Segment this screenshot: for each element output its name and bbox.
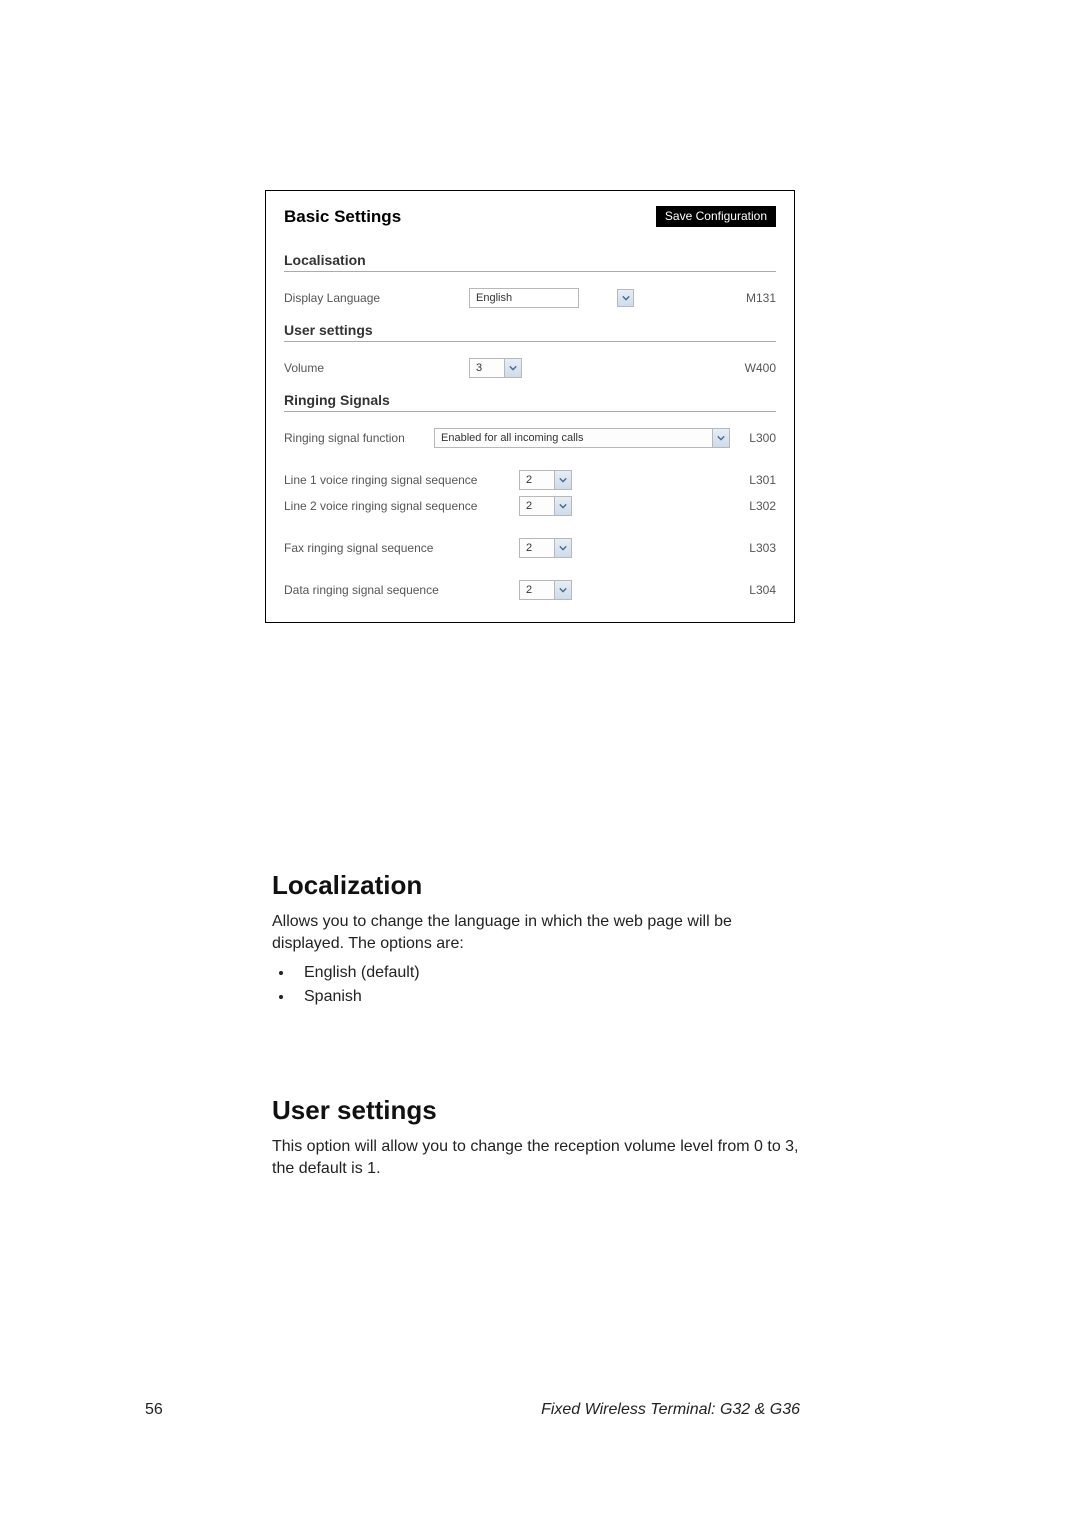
fax-row: Fax ringing signal sequence 2 L303	[284, 538, 776, 558]
line1-select[interactable]: 2	[519, 470, 572, 490]
ringing-function-select[interactable]: Enabled for all incoming calls	[434, 428, 730, 448]
data-row: Data ringing signal sequence 2 L304	[284, 580, 776, 600]
line2-value: 2	[520, 500, 554, 512]
line2-code: L302	[749, 499, 776, 513]
panel-title: Basic Settings	[284, 207, 401, 227]
volume-label: Volume	[284, 361, 469, 375]
localization-heading: Localization	[272, 870, 802, 901]
chevron-down-icon	[554, 581, 571, 599]
save-configuration-button[interactable]: Save Configuration	[656, 206, 776, 227]
chevron-down-icon	[554, 471, 571, 489]
user-settings-heading: User settings	[272, 1095, 802, 1126]
fax-value: 2	[520, 542, 554, 554]
settings-panel: Basic Settings Save Configuration Locali…	[265, 190, 795, 623]
localization-section: Localization Allows you to change the la…	[272, 870, 802, 1012]
document-page: Basic Settings Save Configuration Locali…	[0, 0, 1080, 1529]
line2-select[interactable]: 2	[519, 496, 572, 516]
chevron-down-icon[interactable]	[617, 289, 634, 307]
volume-select[interactable]: 3	[469, 358, 522, 378]
ringing-function-value: Enabled for all incoming calls	[435, 432, 712, 444]
section-user-settings-title: User settings	[284, 322, 776, 342]
line1-label: Line 1 voice ringing signal sequence	[284, 473, 519, 487]
data-value: 2	[520, 584, 554, 596]
ringing-function-code: L300	[742, 431, 776, 445]
localization-text: Allows you to change the language in whi…	[272, 911, 802, 954]
data-code: L304	[749, 583, 776, 597]
fax-select[interactable]: 2	[519, 538, 572, 558]
footer-title: Fixed Wireless Terminal: G32 & G36	[541, 1401, 800, 1419]
display-language-code: M131	[746, 291, 776, 305]
localization-options-list: English (default) Spanish	[294, 964, 802, 1006]
chevron-down-icon	[712, 429, 729, 447]
chevron-down-icon	[554, 497, 571, 515]
line1-code: L301	[749, 473, 776, 487]
ringing-function-row: Ringing signal function Enabled for all …	[284, 428, 776, 448]
page-number: 56	[145, 1401, 163, 1419]
data-label: Data ringing signal sequence	[284, 583, 519, 597]
user-settings-section: User settings This option will allow you…	[272, 1095, 802, 1189]
display-language-value: English	[469, 288, 579, 308]
chevron-down-icon	[504, 359, 521, 377]
data-select[interactable]: 2	[519, 580, 572, 600]
fax-code: L303	[749, 541, 776, 555]
volume-row: Volume 3 W400	[284, 358, 776, 378]
section-localisation-title: Localisation	[284, 252, 776, 272]
panel-header: Basic Settings Save Configuration	[284, 206, 776, 227]
volume-code: W400	[745, 361, 776, 375]
list-item: Spanish	[294, 988, 802, 1006]
ringing-function-label: Ringing signal function	[284, 431, 434, 445]
display-language-label: Display Language	[284, 291, 469, 305]
list-item: English (default)	[294, 964, 802, 982]
chevron-down-icon	[554, 539, 571, 557]
section-ringing-signals-title: Ringing Signals	[284, 392, 776, 412]
volume-value: 3	[470, 362, 504, 374]
line1-row: Line 1 voice ringing signal sequence 2 L…	[284, 470, 776, 490]
line2-row: Line 2 voice ringing signal sequence 2 L…	[284, 496, 776, 516]
display-language-row: Display Language English M131	[284, 288, 776, 308]
user-settings-text: This option will allow you to change the…	[272, 1136, 802, 1179]
line1-value: 2	[520, 474, 554, 486]
line2-label: Line 2 voice ringing signal sequence	[284, 499, 519, 513]
fax-label: Fax ringing signal sequence	[284, 541, 519, 555]
display-language-select[interactable]: English	[469, 288, 634, 308]
